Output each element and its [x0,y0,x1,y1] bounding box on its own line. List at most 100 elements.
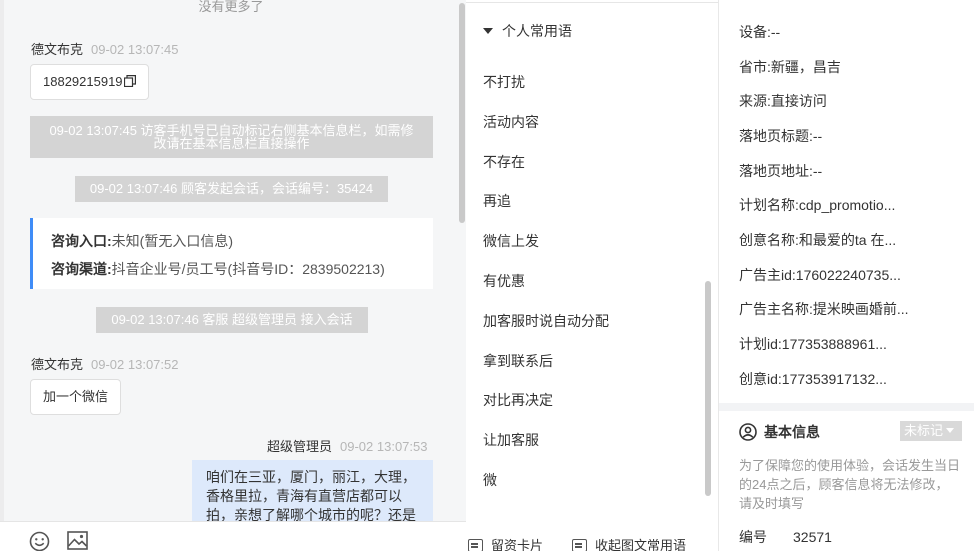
phrase-item[interactable]: 活动内容 [483,112,539,132]
chat-scrollbar[interactable] [459,3,465,223]
sender-name: 德文布克 [31,42,84,57]
phrase-item[interactable]: 不打扰 [483,72,525,92]
info-value: 32571 [793,529,832,545]
info-row-creative-name: 创意名称:和最爱的ta 在... [739,230,896,250]
message-sender-agent: 超级管理员 09-02 13:07:53 [267,436,427,455]
info-value: 新疆，昌吉 [770,59,841,75]
message-sender: 德文布克 09-02 13:07:45 [31,39,178,58]
lead-card-label: 留资卡片 [491,538,544,551]
basic-info-label: 基本信息 [764,424,820,440]
phrases-scrollbar[interactable] [705,281,711,496]
info-row-creative-id: 创意id:177353917132... [739,369,887,389]
info-value: 直接访问 [770,93,827,109]
phrase-item[interactable]: 加客服时说自动分配 [483,311,609,331]
info-value: 提米映画婚前... [812,301,909,317]
basic-info-title: 基本信息 [739,422,820,442]
message-time: 09-02 13:07:45 [91,42,179,57]
card-icon [468,539,483,551]
info-row-plan-name: 计划名称:cdp_promotio... [739,195,895,215]
info-row-source: 来源:直接访问 [739,91,827,111]
info-value: -- [812,128,823,144]
info-row-region: 省市:新疆，昌吉 [739,57,841,77]
phrases-footer: 留资卡片 收起图文常用语 [466,530,718,551]
info-label: 设备: [739,24,771,40]
consult-channel-value: 抖音企业号/员工号(抖音号ID：2839502213) [111,261,385,277]
system-line: 改请在基本信息栏直接操作 [153,136,310,151]
consult-entry-label: 咨询入口: [51,233,112,249]
info-row-advertiser-name: 广告主名称:提米映画婚前... [739,299,909,319]
phrase-item[interactable]: 让加客服 [483,430,539,450]
consult-channel-label: 咨询渠道: [51,261,112,277]
info-value: cdp_promotio... [798,197,896,213]
info-label: 编号 [739,529,767,545]
info-value: 和最爱的ta 在... [798,232,897,248]
info-label: 创意名称: [739,232,799,248]
emoji-icon[interactable] [29,531,50,551]
info-row-plan-id: 计划id:177353888961... [739,334,887,354]
sender-name: 超级管理员 [267,439,333,454]
info-value: 176022240735... [795,267,901,283]
system-message-session-start: 09-02 13:07:46 顾客发起会话，会话编号：35424 [75,176,388,202]
info-label: 省市: [739,59,771,75]
info-value: 177353888961... [781,336,887,352]
message-sender: 德文布克 09-02 13:07:52 [31,354,178,373]
info-value: -- [770,24,781,40]
info-value: -- [812,163,823,179]
info-row-landing-url: 落地页地址:-- [739,161,822,181]
system-message-agent-joined: 09-02 13:07:46 客服 超级管理员 接入会话 [96,307,368,333]
sender-name: 德文布克 [31,357,84,372]
collapse-phrases-label: 收起图文常用语 [595,538,687,551]
phrase-item[interactable]: 有优惠 [483,271,525,291]
info-row-id: 编号 32571 [739,527,832,547]
info-label: 创意id: [739,371,782,387]
message-time: 09-02 13:07:52 [91,357,179,372]
consult-channel-row: 咨询渠道:抖音企业号/员工号(抖音号ID：2839502213) [51,259,385,279]
info-row-advertiser-id: 广告主id:176022240735... [739,265,901,285]
caret-down-icon [946,428,955,433]
agent-message-bubble[interactable]: 咱们在三亚，厦门，丽江，大理，香格里拉，青海有直营店都可以拍，亲想了解哪个城市的… [192,460,433,530]
phrases-group-title: 个人常用语 [502,23,572,39]
lead-card-button[interactable]: 留资卡片 [468,535,543,551]
message-bubble-phone[interactable]: 18829215919 [30,64,149,100]
chat-panel: 没有更多了 德文布克 09-02 13:07:45 18829215919 09-… [0,0,466,551]
chat-left-edge [0,0,4,551]
info-label: 广告主名称: [739,301,813,317]
system-message-phone-tagged: 09-02 13:07:45 访客手机号已自动标记右侧基本信息栏，如需修 改请在… [30,116,433,158]
edit-notice: 为了保障您的使用体验，会话发生当日的24点之后，顾客信息将无法修改，请及时填写 [739,458,961,511]
phrase-item[interactable]: 对比再决定 [483,390,553,410]
phrases-group-header[interactable]: 个人常用语 [483,22,582,40]
info-row-landing-title: 落地页标题:-- [739,126,822,146]
phrases-top-border [466,0,718,3]
visitor-info-panel: 设备:-- 省市:新疆，昌吉 来源:直接访问 落地页标题:-- 落地页地址:--… [719,0,974,551]
message-time: 09-02 13:07:53 [340,439,428,454]
consult-entry-row: 咨询入口:未知(暂无入口信息) [51,231,233,251]
tag-dropdown-label: 未标记 [904,423,944,438]
info-label: 计划id: [739,336,782,352]
message-bubble[interactable]: 加一个微信 [30,379,122,415]
phrase-item[interactable]: 微信上发 [483,231,539,251]
info-value: 177353917132... [781,371,887,387]
no-more-label: 没有更多了 [198,0,264,14]
chat-toolbar [0,521,466,551]
info-label: 广告主id: [739,267,796,283]
info-label: 落地页标题: [739,128,813,144]
phrase-item[interactable]: 再追 [483,191,511,211]
tag-dropdown[interactable]: 未标记 [900,421,962,441]
consult-entry-value: 未知(暂无入口信息) [111,233,233,249]
info-row-device: 设备:-- [739,22,780,42]
image-icon[interactable] [67,531,88,550]
user-circle-icon [739,423,757,441]
phrase-item[interactable]: 拿到联系后 [483,351,553,371]
common-phrases-panel: 问价格 个人常用语 不打扰 活动内容 不存在 再追 微信上发 有优惠 加客服时说… [466,0,718,551]
phrase-item[interactable]: 不存在 [483,152,525,172]
phone-number: 18829215919 [43,74,123,89]
caret-down-icon [483,28,493,34]
info-label: 落地页地址: [739,163,813,179]
copy-icon[interactable] [123,75,136,87]
phrase-item[interactable]: 微 [483,470,497,490]
consult-info-card: 咨询入口:未知(暂无入口信息) 咨询渠道:抖音企业号/员工号(抖音号ID：283… [30,218,433,289]
message-list-icon [572,539,587,551]
info-label: 计划名称: [739,197,799,213]
collapse-phrases-button[interactable]: 收起图文常用语 [572,535,686,551]
info-label: 来源: [739,93,771,109]
